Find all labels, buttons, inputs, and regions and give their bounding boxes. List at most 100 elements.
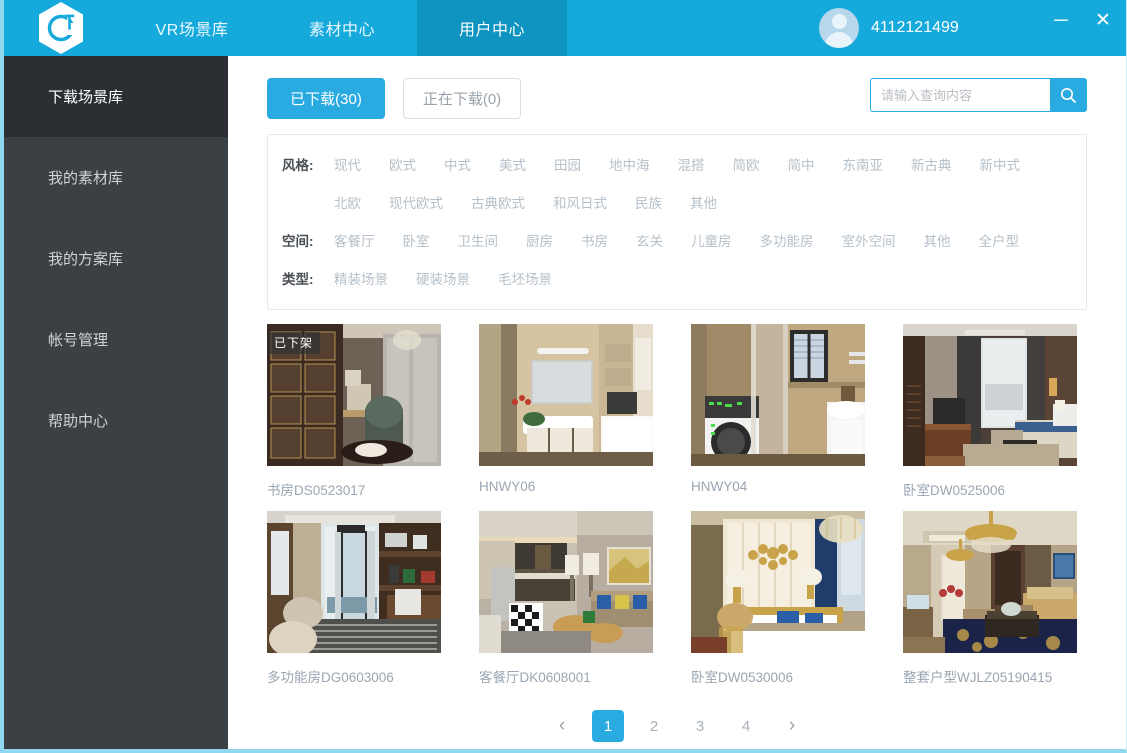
filter-option[interactable]: 卫生间 <box>458 221 499 259</box>
filter-option[interactable]: 卧室 <box>403 221 430 259</box>
sidebar-item-account[interactable]: 帐号管理 <box>4 299 228 380</box>
filter-option[interactable]: 儿童房 <box>691 221 732 259</box>
filter-option[interactable]: 欧式 <box>389 145 416 183</box>
minimize-icon[interactable]: ─ <box>1048 7 1074 33</box>
app-window: VR场景库 素材中心 用户中心 4112121499 ─ ✕ 下载场景库 我的素… <box>0 0 1127 753</box>
app-logo <box>4 0 117 56</box>
filter-option[interactable]: 书房 <box>581 221 608 259</box>
pagination-next[interactable]: › <box>776 710 808 742</box>
filter-option[interactable]: 古典欧式 <box>471 183 525 221</box>
thumbnail-image-bathroom-washer <box>691 324 865 466</box>
pagination-page-4[interactable]: 4 <box>730 710 762 742</box>
nav-item-material-center[interactable]: 素材中心 <box>267 0 417 56</box>
scene-card[interactable]: 卧室DW0525006 <box>903 324 1077 499</box>
thumbnail-image-lounge-window <box>267 511 441 653</box>
filter-option[interactable]: 田园 <box>554 145 581 183</box>
toolbar: 已下载(30) 正在下载(0) <box>228 56 1126 128</box>
app-header: VR场景库 素材中心 用户中心 4112121499 ─ ✕ <box>4 0 1126 56</box>
scene-title: 整套户型WJLZ05190415 <box>903 666 1077 686</box>
scene-card[interactable]: HNWY06 <box>479 324 653 499</box>
filter-option[interactable]: 厨房 <box>526 221 553 259</box>
filter-option[interactable]: 玄关 <box>636 221 663 259</box>
tab-downloaded[interactable]: 已下载(30) <box>267 78 385 119</box>
filter-option[interactable]: 客餐厅 <box>334 221 375 259</box>
filter-options-style: 现代 欧式 中式 美式 田园 地中海 混搭 简欧 简中 东南亚 新古典 新中式 … <box>334 145 1072 221</box>
scene-card[interactable]: 客餐厅DK0608001 <box>479 511 653 686</box>
sidebar-item-help[interactable]: 帮助中心 <box>4 380 228 461</box>
ct-logo-icon <box>37 1 85 55</box>
filter-option[interactable]: 精装场景 <box>334 259 388 297</box>
filter-row-type: 类型: 精装场景 硬装场景 毛坯场景 <box>282 259 1072 297</box>
nav-label: 用户中心 <box>459 16 525 40</box>
filter-option[interactable]: 民族 <box>635 183 662 221</box>
filter-option[interactable]: 东南亚 <box>843 145 884 183</box>
tab-downloaded-label: 已下载(30) <box>290 88 362 109</box>
sidebar-item-label: 我的方案库 <box>48 248 123 269</box>
filter-option[interactable]: 简中 <box>788 145 815 183</box>
scene-card[interactable]: HNWY04 <box>691 324 865 499</box>
filter-option[interactable]: 新古典 <box>911 145 952 183</box>
scene-thumbnail[interactable] <box>903 511 1077 653</box>
pagination-page-3[interactable]: 3 <box>684 710 716 742</box>
sidebar-item-download-scenes[interactable]: 下载场景库 <box>4 56 228 137</box>
pagination-page-1[interactable]: 1 <box>592 710 624 742</box>
scene-title: 书房DS0523017 <box>267 479 441 499</box>
sidebar-item-label: 下载场景库 <box>48 86 123 107</box>
filter-label-style: 风格: <box>282 145 334 174</box>
sidebar-item-label: 帮助中心 <box>48 410 108 431</box>
user-area[interactable]: 4112121499 <box>819 0 959 56</box>
thumbnail-image-living-classic <box>903 511 1077 653</box>
filter-option[interactable]: 毛坯场景 <box>498 259 552 297</box>
scene-thumbnail[interactable] <box>267 511 441 653</box>
thumbnail-image-bedroom-lux <box>691 511 865 653</box>
filter-option[interactable]: 地中海 <box>609 145 650 183</box>
filter-option[interactable]: 和风日式 <box>553 183 607 221</box>
scene-card[interactable]: 卧室DW0530006 <box>691 511 865 686</box>
filter-label-space: 空间: <box>282 221 334 250</box>
filter-option[interactable]: 中式 <box>444 145 471 183</box>
scene-thumbnail[interactable]: 已下架 <box>267 324 441 466</box>
nav-item-vr-scenes[interactable]: VR场景库 <box>117 0 267 56</box>
scene-thumbnail[interactable] <box>691 324 865 466</box>
filter-option[interactable]: 其他 <box>924 221 951 259</box>
sidebar-item-label: 我的素材库 <box>48 167 123 188</box>
scene-thumbnail[interactable] <box>479 324 653 466</box>
filter-option[interactable]: 北欧 <box>334 183 361 221</box>
pagination-page-2[interactable]: 2 <box>638 710 670 742</box>
search-box <box>870 78 1087 112</box>
scene-title: 多功能房DG0603006 <box>267 666 441 686</box>
filter-option[interactable]: 现代 <box>334 145 361 183</box>
scene-thumbnail[interactable] <box>479 511 653 653</box>
username: 4112121499 <box>871 19 959 37</box>
filter-options-type: 精装场景 硬装场景 毛坯场景 <box>334 259 1072 297</box>
close-icon[interactable]: ✕ <box>1090 7 1116 33</box>
filter-option[interactable]: 现代欧式 <box>389 183 443 221</box>
scene-thumbnail[interactable] <box>903 324 1077 466</box>
scene-card[interactable]: 已下架 书房DS0523017 <box>267 324 441 499</box>
filter-option[interactable]: 全户型 <box>979 221 1020 259</box>
filter-option[interactable]: 新中式 <box>980 145 1021 183</box>
pagination-prev[interactable]: ‹ <box>546 710 578 742</box>
tab-downloading[interactable]: 正在下载(0) <box>403 78 521 119</box>
scene-card[interactable]: 多功能房DG0603006 <box>267 511 441 686</box>
nav-item-user-center[interactable]: 用户中心 <box>417 0 567 56</box>
scene-thumbnail[interactable] <box>691 511 865 653</box>
nav-label: 素材中心 <box>309 16 375 40</box>
filter-option[interactable]: 其他 <box>690 183 717 221</box>
filter-option[interactable]: 多功能房 <box>760 221 814 259</box>
search-button[interactable] <box>1050 78 1087 112</box>
filter-option[interactable]: 硬装场景 <box>416 259 470 297</box>
sidebar-item-my-plans[interactable]: 我的方案库 <box>4 218 228 299</box>
status-badge: 已下架 <box>267 332 320 354</box>
sidebar-item-my-materials[interactable]: 我的素材库 <box>4 137 228 218</box>
scene-card[interactable]: 整套户型WJLZ05190415 <box>903 511 1077 686</box>
window-controls: ─ ✕ <box>1048 0 1116 40</box>
scene-title: 客餐厅DK0608001 <box>479 666 653 686</box>
filter-option[interactable]: 美式 <box>499 145 526 183</box>
filter-options-space: 客餐厅 卧室 卫生间 厨房 书房 玄关 儿童房 多功能房 室外空间 其他 全户型 <box>334 221 1072 259</box>
filter-option[interactable]: 简欧 <box>733 145 760 183</box>
search-input[interactable] <box>870 78 1050 112</box>
filter-option[interactable]: 混搭 <box>678 145 705 183</box>
filter-option[interactable]: 室外空间 <box>842 221 896 259</box>
pagination: ‹ 1 2 3 4 › <box>228 710 1126 742</box>
